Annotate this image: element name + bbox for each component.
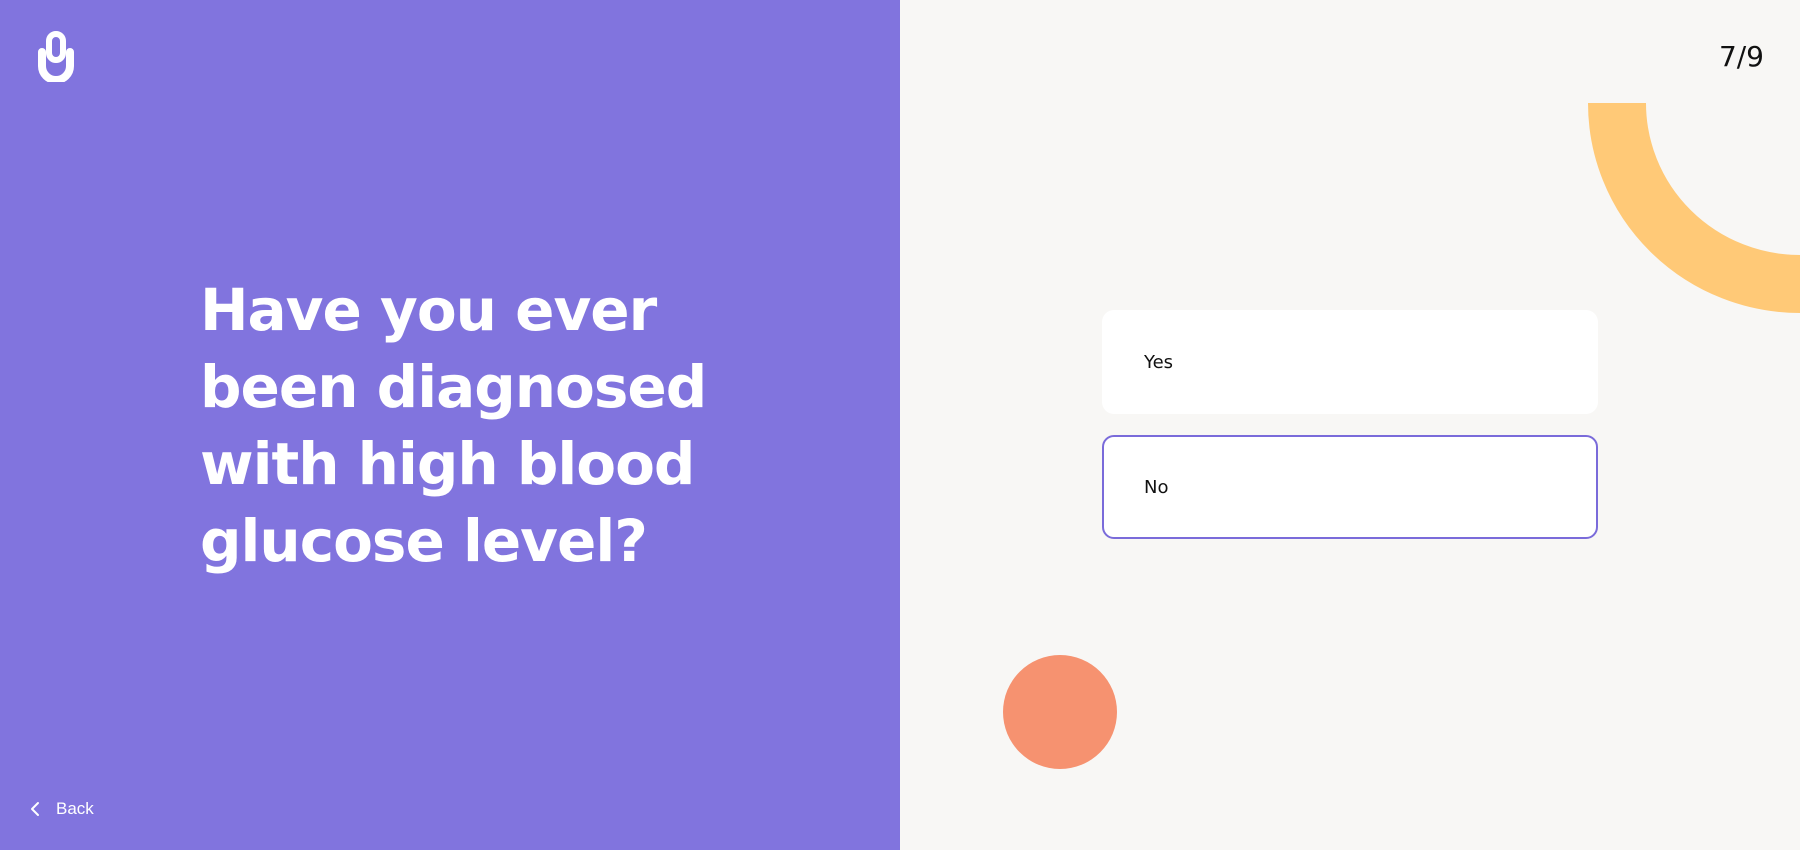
back-label: Back	[56, 799, 94, 818]
step-counter: 7/9	[1718, 40, 1764, 73]
answer-panel: 7/9 Yes No	[900, 0, 1800, 850]
circle-decoration	[1003, 655, 1117, 769]
chevron-left-icon	[30, 801, 40, 817]
quiz-page: Have you ever been diagnosed with high b…	[0, 0, 1800, 850]
arc-decoration	[1588, 102, 1800, 313]
option-no[interactable]: No	[1102, 435, 1598, 539]
question-panel: Have you ever been diagnosed with high b…	[0, 0, 900, 850]
logo-icon	[34, 30, 78, 84]
option-label: Yes	[1144, 351, 1174, 373]
option-label: No	[1144, 476, 1169, 498]
question-title: Have you ever been diagnosed with high b…	[200, 276, 707, 575]
back-button[interactable]: Back	[30, 796, 94, 822]
option-yes[interactable]: Yes	[1102, 310, 1598, 414]
